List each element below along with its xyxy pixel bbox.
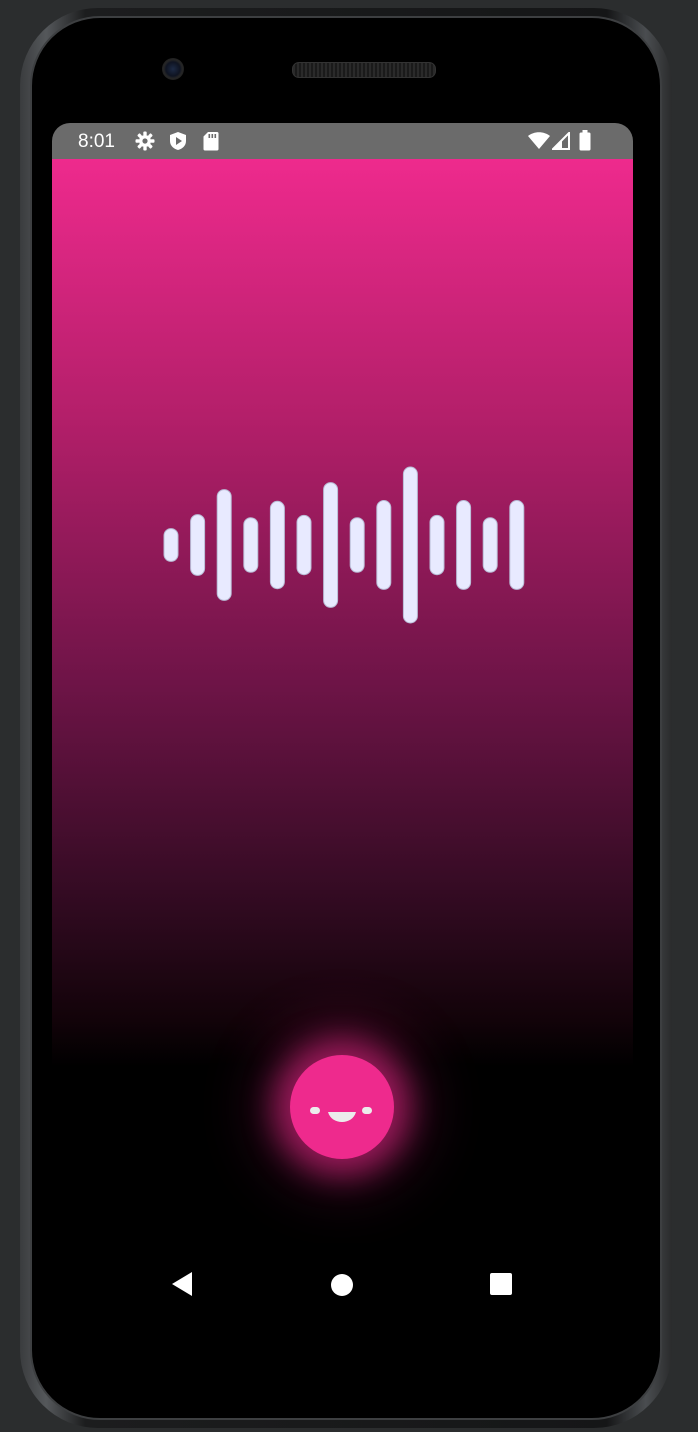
status-time: 8:01 xyxy=(78,131,115,152)
wifi-icon xyxy=(528,132,550,155)
battery-icon xyxy=(579,130,591,156)
waveform-bar xyxy=(482,517,498,573)
waveform-bar xyxy=(323,482,339,608)
front-camera xyxy=(162,58,184,80)
waveform-bar xyxy=(296,514,312,576)
waveform-bar xyxy=(269,500,285,590)
home-icon[interactable] xyxy=(330,1273,354,1302)
smiling-face-icon xyxy=(310,1107,372,1122)
waveform-bar xyxy=(402,466,418,624)
waveform-bar xyxy=(163,528,179,562)
sd-card-icon xyxy=(203,131,219,156)
waveform-bar xyxy=(376,500,392,590)
shield-play-icon xyxy=(168,131,188,156)
navigation-bar xyxy=(52,1243,633,1323)
back-icon[interactable] xyxy=(170,1271,194,1302)
assistant-button[interactable] xyxy=(290,1055,394,1159)
cell-signal-icon xyxy=(550,130,570,155)
recents-icon[interactable] xyxy=(490,1273,512,1300)
waveform-bar xyxy=(243,517,259,573)
waveform-bar xyxy=(429,514,445,576)
waveform-bar xyxy=(456,500,472,590)
waveform-bar xyxy=(509,500,525,590)
app-background xyxy=(52,159,633,1323)
status-bar: 8:01 xyxy=(52,123,633,159)
phone-screen: 8:01 xyxy=(52,123,633,1323)
waveform-bar xyxy=(190,514,206,576)
waveform-bar xyxy=(349,517,365,573)
gear-icon xyxy=(135,131,155,156)
earpiece-speaker xyxy=(292,62,436,78)
waveform-bar xyxy=(216,489,232,601)
